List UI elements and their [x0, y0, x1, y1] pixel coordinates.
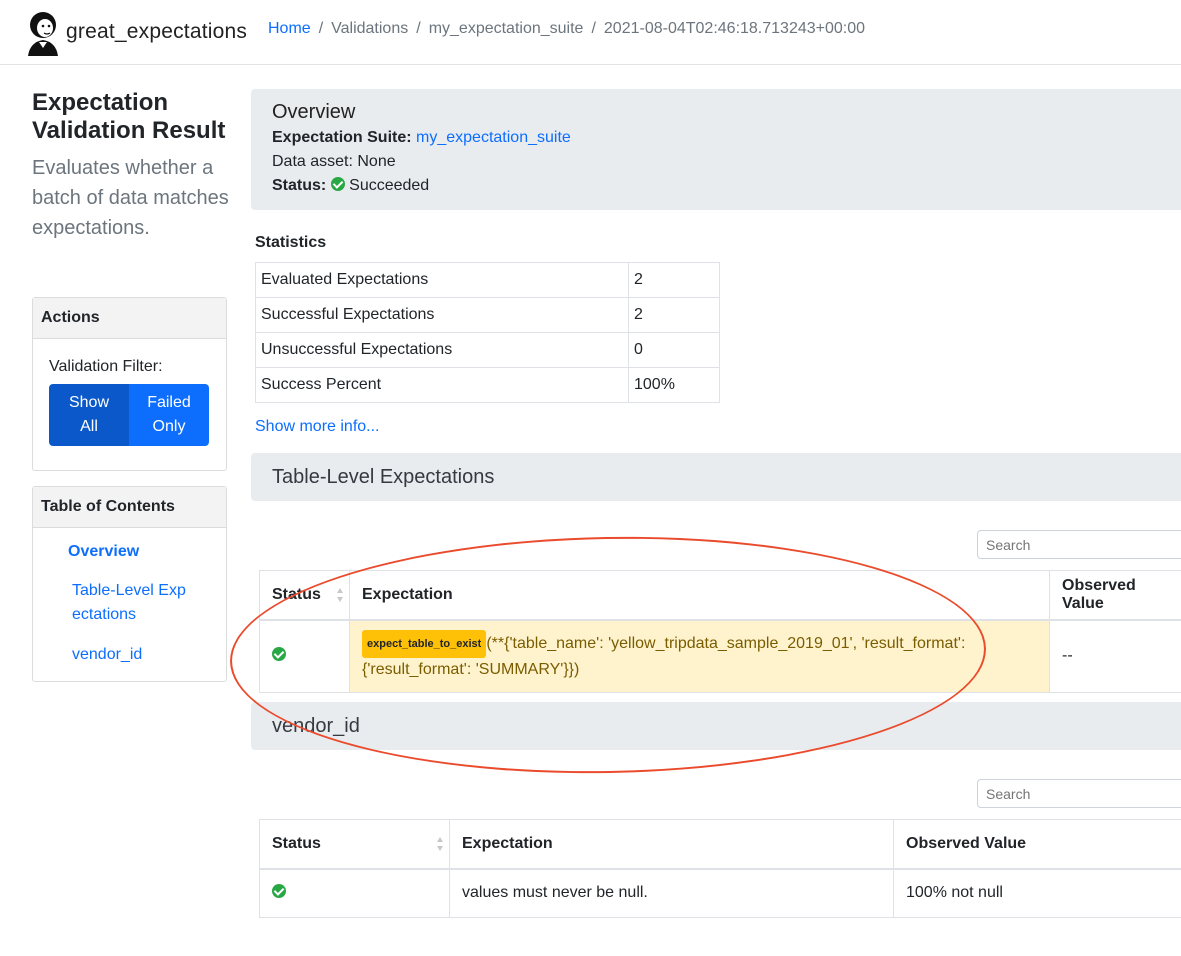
vendor-id-search-input[interactable] [977, 779, 1181, 808]
expectation-suite-link[interactable]: my_expectation_suite [416, 129, 571, 146]
table-row: Successful Expectations 2 [255, 297, 720, 333]
failed-only-button[interactable]: Failed Only [129, 384, 209, 446]
observed-value-column-header[interactable]: Observed Value [1049, 570, 1181, 621]
status-column-header[interactable]: Status [259, 570, 350, 621]
page-title: Expectation Validation Result [32, 89, 226, 144]
breadcrumb-home-link[interactable]: Home [268, 20, 311, 38]
statistics-title: Statistics [255, 234, 327, 251]
logo-icon [28, 12, 58, 56]
expectation-type-badge: expect_table_to_exist [362, 630, 487, 659]
brand-name: great_expectations [66, 20, 248, 43]
actions-card: Actions Validation Filter: Show All Fail… [32, 297, 227, 471]
expectation-cell: values must never be null. [449, 868, 894, 918]
observed-value-column-header[interactable]: Observed Value [893, 819, 1181, 870]
toc-header: Table of Contents [33, 487, 226, 528]
status-value: Succeeded [349, 177, 430, 194]
vendor-id-section-header: vendor_id [251, 702, 1181, 750]
observed-value-cell: 100% not null [893, 868, 1181, 918]
vendor-id-expectations-table: Status Expectation Observed Value values… [259, 819, 1181, 918]
expectation-column-header[interactable]: Expectation [349, 570, 1050, 621]
expectation-suite-line: Expectation Suite: my_expectation_suite [272, 129, 571, 146]
table-level-title: Table-Level Expectations [272, 466, 495, 488]
overview-section: Overview Expectation Suite: my_expectati… [251, 89, 1181, 210]
breadcrumb: Home / Validations / my_expectation_suit… [268, 20, 866, 38]
toc-item-vendor-id[interactable]: vendor_id [72, 643, 142, 667]
success-check-icon [330, 177, 345, 191]
navbar: great_expectations Home / Validations / … [0, 0, 1181, 65]
success-check-icon [272, 884, 286, 899]
table-header-row: Status Expectation Observed Value [259, 819, 1181, 870]
toc-item-overview[interactable]: Overview [68, 540, 139, 564]
validation-filter-group: Show All Failed Only [49, 384, 209, 446]
table-level-search-input[interactable] [977, 530, 1181, 559]
breadcrumb-suite: my_expectation_suite [428, 20, 584, 37]
success-check-icon [272, 647, 286, 662]
table-row: Evaluated Expectations 2 [255, 262, 720, 298]
validation-filter-label: Validation Filter: [49, 358, 163, 375]
toc-card: Table of Contents Overview Table-Level E… [32, 486, 227, 682]
table-row: values must never be null. 100% not null [259, 868, 1181, 918]
overview-title: Overview [272, 101, 356, 123]
table-header-row: Status Expectation Observed Value [259, 570, 1181, 621]
sort-icon [437, 837, 443, 851]
observed-value-cell: -- [1049, 619, 1181, 693]
status-cell [259, 619, 350, 693]
expectation-cell: expect_table_to_exist (**{'table_name': '… [349, 619, 1050, 693]
table-row: Unsuccessful Expectations 0 [255, 332, 720, 368]
statistics-table: Evaluated Expectations 2 Successful Expe… [255, 262, 720, 403]
status-cell [259, 868, 450, 918]
show-more-info-link[interactable]: Show more info... [255, 418, 380, 436]
show-all-button[interactable]: Show All [49, 384, 129, 446]
brand[interactable]: great_expectations [22, 8, 247, 56]
breadcrumb-validations: Validations [331, 20, 409, 37]
data-asset-line: Data asset: None [272, 153, 396, 170]
sort-icon [337, 588, 343, 602]
vendor-id-title: vendor_id [272, 715, 360, 737]
page-description: Evaluates whether a batch of data matche… [32, 157, 229, 239]
table-row: expect_table_to_exist (**{'table_name': '… [259, 619, 1181, 693]
status-line: Status: Succeeded [272, 177, 430, 194]
expectation-column-header[interactable]: Expectation [449, 819, 894, 870]
toc-item-table-level[interactable]: Table-Level Exp ectations [72, 579, 192, 627]
breadcrumb-run: 2021-08-04T02:46:18.713243+00:00 [603, 20, 866, 37]
status-column-header[interactable]: Status [259, 819, 450, 870]
actions-header: Actions [33, 298, 226, 339]
table-level-section-header: Table-Level Expectations [251, 453, 1181, 501]
table-level-expectations-table: Status Expectation Observed Value expect… [259, 570, 1181, 693]
table-row: Success Percent 100% [255, 367, 720, 403]
